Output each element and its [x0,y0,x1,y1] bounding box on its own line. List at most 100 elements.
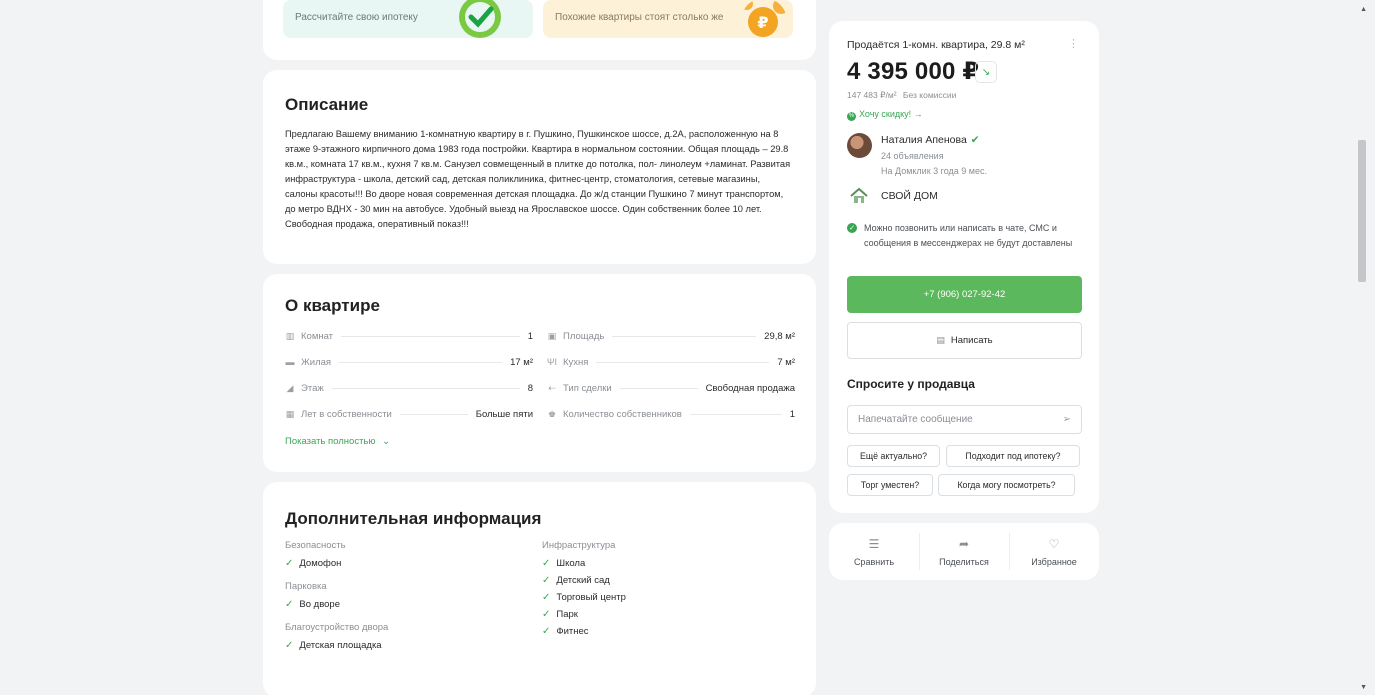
svg-text:₽: ₽ [757,13,768,32]
param-value: 29,8 м² [764,330,795,342]
share-label: Поделиться [939,556,989,567]
house-logo-icon [850,187,868,203]
check-icon: ✓ [542,609,551,620]
ask-title: Спросите у продавца [847,377,975,391]
seller-ads-count[interactable]: 24 объявления [881,151,944,161]
write-button[interactable]: ▤ Написать [847,322,1082,359]
discount-label: Хочу скидку! → [859,109,923,119]
parking-group: Парковка ✓ Во дворе [285,581,388,612]
item-label: Домофон [299,558,342,569]
check-icon: ✓ [285,558,294,569]
favorite-button[interactable]: ♡ Избранное [1009,523,1099,580]
seller-name-row[interactable]: Наталия Апенова ✔ [881,134,980,146]
check-icon: ✓ [542,575,551,586]
about-title: О квартире [285,296,380,315]
price: 4 395 000 ₽ [847,58,980,85]
check-icon: ✓ [542,626,551,637]
quick-question-chip[interactable]: Торг уместен? [847,474,933,496]
param-value: 7 м² [777,356,795,368]
description-text: Предлагаю Вашему вниманию 1-комнатную кв… [285,129,791,229]
list-item: ✓ Фитнес [542,626,626,639]
param-living: ▬ Жилая 17 м² [285,355,534,369]
mortgage-promo[interactable]: Рассчитайте свою ипотеку [283,0,533,38]
scroll-up-icon[interactable]: ▲ [1360,6,1367,13]
param-owners: ♚ Количество собственников 1 [547,407,795,421]
yard-group: Благоустройство двора ✓ Детская площадка [285,622,388,653]
param-floor: ◢ Этаж 8 [285,381,533,395]
scroll-thumb[interactable] [1358,140,1366,282]
message-input[interactable]: Напечатайте сообщение ➢ [847,405,1082,434]
compare-button[interactable]: ☰ Сравнить [829,523,919,580]
chevron-down-icon: ⌄ [382,436,391,447]
param-label: Кухня [563,356,589,368]
param-label: Тип сделки [563,382,612,394]
scroll-down-icon[interactable]: ▼ [1360,684,1367,691]
param-leader [689,413,782,415]
people-icon: ♚ [547,408,557,419]
contact-notice: Можно позвонить или написать в чате, СМС… [864,223,1073,248]
agency-name[interactable]: СВОЙ ДОМ [881,190,938,202]
check-icon: ✓ [285,599,294,610]
param-value: 17 м² [510,356,533,368]
price-per-meter: 147 483 ₽/м² [847,90,897,100]
ruble-coin-icon: ₽ [741,0,787,37]
heart-icon: ♡ [1048,536,1060,551]
param-value: Больше пяти [475,408,533,420]
list-item: ✓ Торговый центр [542,592,626,605]
param-leader [619,387,698,389]
checkmark-logo-icon [459,0,501,38]
phone-button[interactable]: +7 (906) 027-92-42 [847,276,1082,313]
listing-title: Продаётся 1-комн. квартира, 29.8 м² [847,39,1025,51]
description-title: Описание [285,95,369,114]
sofa-icon: ▬ [285,357,295,367]
share-arrow-icon: ➦ [958,536,970,551]
extra-right-column: Инфраструктура ✓ Школа ✓ Детский сад ✓ Торг… [542,540,626,643]
group-head: Парковка [285,581,327,592]
param-leader [612,335,757,337]
send-icon[interactable]: ➢ [1063,414,1071,425]
param-leader [399,413,468,415]
param-value: Свободная продажа [705,382,795,394]
list-item: ✓ Детская площадка [285,640,388,653]
scrollbar[interactable] [1357,6,1368,691]
price-trend-icon[interactable]: ↘ [975,61,997,83]
param-label: Комнат [301,330,334,342]
seller-since: На Домклик 3 года 9 мес. [881,166,988,176]
group-head: Инфраструктура [542,540,616,551]
param-label: Лет в собственности [301,408,392,420]
param-value: 1 [789,408,795,420]
quick-question-chip[interactable]: Ещё актуально? [847,445,940,467]
discount-link[interactable]: % Хочу скидку! → [847,109,923,121]
share-button[interactable]: ➦ Поделиться [919,523,1009,580]
param-leader [331,387,520,389]
quick-question-chip[interactable]: Подходит под ипотеку? [946,445,1080,467]
show-more-link[interactable]: Показать полностью ⌄ [285,436,390,447]
promo-card: Рассчитайте свою ипотеку Похожие квартир… [263,0,816,60]
item-label: Торговый центр [556,592,626,603]
prices-promo[interactable]: Похожие квартиры стоят столько же ₽ [543,0,793,38]
param-rooms: ▥ Комнат 1 [285,329,533,343]
area-icon: ▣ [547,330,557,341]
compare-label: Сравнить [853,556,895,567]
item-label: Школа [556,558,586,569]
chat-icon: ▤ [936,335,945,345]
check-icon: ✓ [285,640,294,651]
about-card: О квартире ▥ Комнат 1 ▬ Жилая 17 м² ◢ Эт… [263,274,816,472]
list-item: ✓ Детский сад [542,575,626,588]
avatar[interactable] [847,133,872,158]
param-kitchen: ΨΙ Кухня 7 м² [547,355,795,369]
door-icon: ▥ [285,330,295,341]
shield-check-icon: ✓ [847,223,857,233]
list-item: ✓ Домофон [285,558,388,571]
price-meta: 147 483 ₽/м² Без комиссии [847,90,956,101]
more-options-icon[interactable]: ⋮ [1068,37,1079,50]
description-card: Описание Предлагаю Вашему вниманию 1-ком… [263,70,816,264]
item-label: Фитнес [556,626,589,637]
quick-question-chip[interactable]: Когда могу посмотреть? [938,474,1075,496]
verified-icon: ✔ [970,134,980,146]
show-more-label: Показать полностью [285,436,376,447]
item-label: Детская площадка [299,640,382,651]
param-deal-type: ⇠ Тип сделки Свободная продажа [547,381,795,395]
commission: Без комиссии [902,90,957,100]
list-item: ✓ Школа [542,558,626,571]
